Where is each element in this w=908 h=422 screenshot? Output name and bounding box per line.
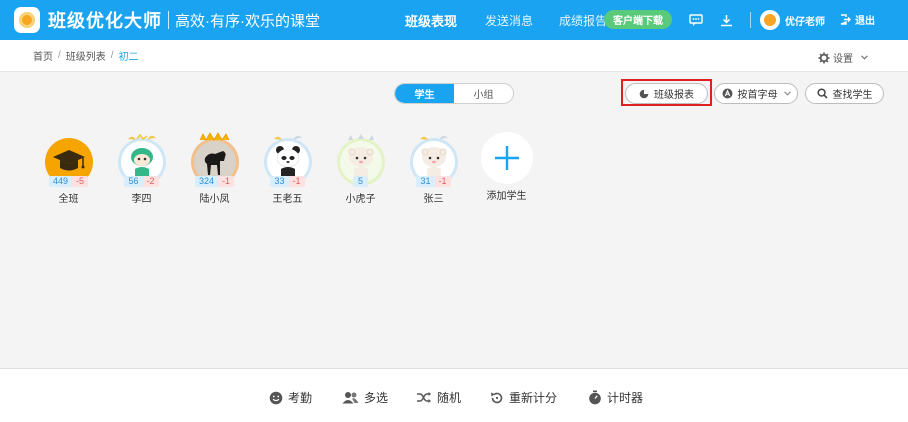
score-badge: 324 -1 xyxy=(194,176,235,187)
client-download-button[interactable]: 客户端下载 xyxy=(604,10,672,29)
timer-button[interactable]: 计时器 xyxy=(588,389,643,406)
gear-icon xyxy=(818,52,830,63)
alphabet-icon xyxy=(722,88,732,99)
brand-divider xyxy=(168,11,169,29)
tab-students[interactable]: 学生 xyxy=(395,84,454,103)
breadcrumb: 首页 / 班级列表 / 初二 xyxy=(33,48,139,63)
message-icon[interactable] xyxy=(688,12,704,28)
shuffle-icon xyxy=(417,392,431,403)
header-divider xyxy=(750,12,751,28)
nav-send-message[interactable]: 发送消息 xyxy=(485,12,533,29)
score-badge: 31 -1 xyxy=(416,176,451,187)
slogan: 高效·有序·欢乐的课堂 xyxy=(175,12,320,30)
smile-icon xyxy=(269,391,283,404)
search-icon xyxy=(816,88,828,99)
chevron-down-icon xyxy=(861,55,868,60)
attendance-label: 考勤 xyxy=(288,391,313,405)
score-badge: 56 -2 xyxy=(124,176,159,187)
student-card[interactable]: 56 -2 李四 xyxy=(105,130,178,205)
positive-score: 449 xyxy=(48,176,72,187)
score-badge: 5 xyxy=(352,176,368,187)
class-report-button[interactable]: 班级报表 xyxy=(625,83,708,104)
student-name: 全班 xyxy=(58,194,79,205)
student-name: 李四 xyxy=(131,194,152,205)
breadcrumb-bar: 首页 / 班级列表 / 初二 xyxy=(0,40,908,72)
student-name: 陆小凤 xyxy=(199,194,230,205)
positive-score: 5 xyxy=(352,176,368,187)
breadcrumb-separator: / xyxy=(58,50,61,61)
main-nav: 班级表现 发送消息 成绩报告 xyxy=(405,0,633,40)
reset-icon xyxy=(491,392,503,403)
breadcrumb-current: 初二 xyxy=(118,52,139,63)
add-student-card[interactable]: 添加学生 xyxy=(470,130,543,205)
chevron-down-icon xyxy=(783,91,791,96)
user-avatar[interactable] xyxy=(760,10,780,30)
student-name: 王老五 xyxy=(272,194,303,205)
logout-button[interactable]: 退出 xyxy=(840,12,875,27)
student-grid: 449 -5 全班 56 -2 李四 324 -1 陆小凤 33 -1 王老五 … xyxy=(32,130,543,205)
people-icon xyxy=(342,392,359,404)
random-button[interactable]: 随机 xyxy=(416,389,461,406)
student-card[interactable]: 324 -1 陆小凤 xyxy=(178,130,251,205)
multi-select-label: 多选 xyxy=(364,391,389,405)
negative-score: -1 xyxy=(218,176,235,187)
student-card[interactable]: 31 -1 张三 xyxy=(397,130,470,205)
download-icon[interactable] xyxy=(718,12,734,28)
class-report-label: 班级报表 xyxy=(654,90,694,101)
random-label: 随机 xyxy=(437,391,462,405)
find-student-button[interactable]: 查找学生 xyxy=(805,83,884,104)
sort-dropdown[interactable]: 按首字母 xyxy=(714,83,798,104)
top-header: 班级优化大师 高效·有序·欢乐的课堂 班级表现 发送消息 成绩报告 客户端下载 … xyxy=(0,0,908,40)
brand-name: 班级优化大师 xyxy=(48,11,162,31)
multi-select-button[interactable]: 多选 xyxy=(342,389,388,406)
timer-label: 计时器 xyxy=(607,391,644,405)
score-badge: 33 -1 xyxy=(270,176,305,187)
logout-label: 退出 xyxy=(855,16,875,27)
plus-icon xyxy=(494,146,519,170)
add-student-button[interactable] xyxy=(480,132,533,184)
user-name[interactable]: 优仔老师 xyxy=(785,13,825,28)
positive-score: 33 xyxy=(270,176,289,187)
positive-score: 56 xyxy=(124,176,143,187)
settings-dropdown[interactable]: 设置 xyxy=(818,50,868,65)
breadcrumb-class-list[interactable]: 班级列表 xyxy=(66,48,106,63)
attendance-button[interactable]: 考勤 xyxy=(269,389,312,406)
pie-chart-icon xyxy=(639,89,649,98)
settings-label: 设置 xyxy=(833,54,853,65)
negative-score: -1 xyxy=(288,176,305,187)
nav-score-report[interactable]: 成绩报告 xyxy=(559,12,607,29)
student-card[interactable]: 5 小虎子 xyxy=(324,130,397,205)
logout-icon xyxy=(840,14,851,25)
tab-groups[interactable]: 小组 xyxy=(454,84,513,103)
negative-score: -2 xyxy=(142,176,159,187)
positive-score: 31 xyxy=(416,176,435,187)
timer-icon xyxy=(589,390,601,405)
app-logo-icon xyxy=(14,7,40,33)
reset-score-button[interactable]: 重新计分 xyxy=(490,389,557,406)
positive-score: 324 xyxy=(194,176,218,187)
student-card-whole-class[interactable]: 449 -5 全班 xyxy=(32,130,105,205)
score-badge: 449 -5 xyxy=(48,176,89,187)
student-card[interactable]: 33 -1 王老五 xyxy=(251,130,324,205)
add-student-label: 添加学生 xyxy=(486,191,527,202)
reset-score-label: 重新计分 xyxy=(509,391,558,405)
bottom-toolbar: 考勤 多选 随机 重新计分 计时器 xyxy=(0,368,908,422)
student-name: 张三 xyxy=(423,194,444,205)
breadcrumb-separator: / xyxy=(110,50,114,61)
student-name: 小虎子 xyxy=(345,194,376,205)
view-toggle: 学生 小组 xyxy=(394,83,514,104)
find-student-label: 查找学生 xyxy=(832,90,873,101)
negative-score: -1 xyxy=(434,176,451,187)
sort-label: 按首字母 xyxy=(737,90,778,101)
negative-score: -5 xyxy=(72,176,89,187)
nav-class-performance[interactable]: 班级表现 xyxy=(405,11,457,30)
breadcrumb-home[interactable]: 首页 xyxy=(33,48,53,63)
